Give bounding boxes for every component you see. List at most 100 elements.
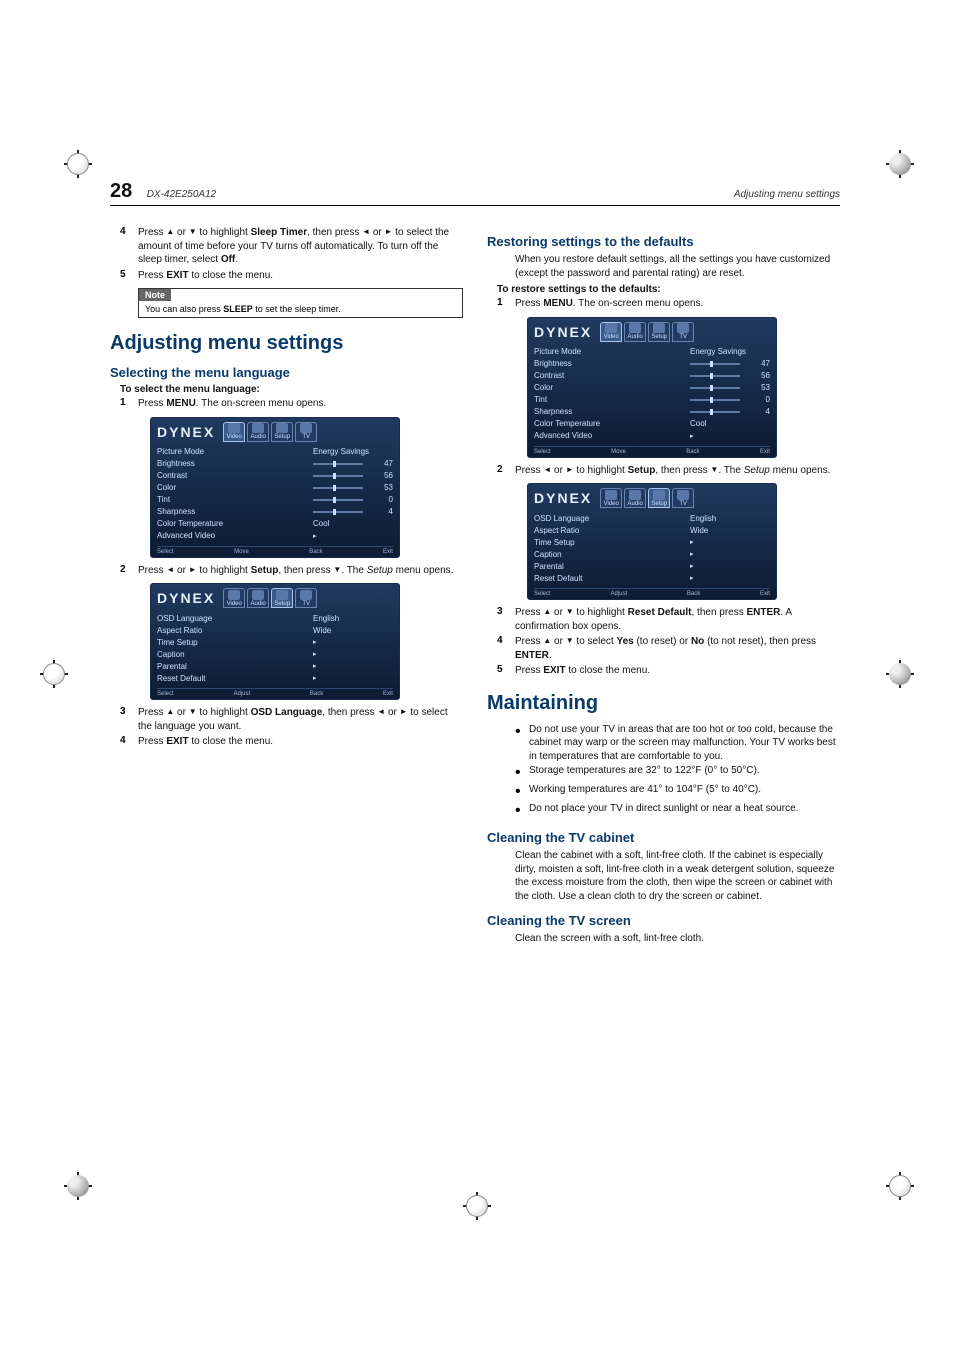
heading-restoring: Restoring settings to the defaults [487,234,840,249]
osd-row: Parental [157,662,187,671]
osd-row: Brightness [157,459,195,468]
t: , then press [322,707,377,718]
reg-mark-icon [64,150,92,178]
osd-foot: Adjust [233,691,250,697]
osd-foot: Select [534,449,551,455]
bullet: Do not place your TV in direct sunlight … [529,802,798,820]
t: EXIT [166,736,188,747]
model-label: DX-42E250A12 [147,189,217,200]
t: Setup [628,465,656,476]
maintain-bullets: •Do not use your TV in areas that are to… [515,723,840,821]
page-number: 28 [110,180,132,202]
t: or [370,227,384,238]
t: Setup [367,565,393,576]
section-label: Adjusting menu settings [734,189,840,200]
lang-step-4: 4 Press EXIT to close the menu. [120,735,463,749]
osd-val: 47 [384,459,393,468]
t: Press [138,736,166,747]
clean-cabinet-body: Clean the cabinet with a soft, lint-free… [515,849,840,903]
t: MENU [543,298,572,309]
osd-row: Advanced Video [534,431,592,440]
t: (to reset) or [634,636,691,647]
t: , then press [278,565,333,576]
osd-row: Aspect Ratio [534,526,579,535]
osd-brand: DYNEX [534,324,592,340]
t: Press [515,665,543,676]
osd-val: 0 [389,495,393,504]
osd-row: Advanced Video [157,531,215,540]
heading-clean-cabinet: Cleaning the TV cabinet [487,830,840,845]
page-header: 28 DX-42E250A12 Adjusting menu settings [110,180,840,206]
t: OSD Language [251,707,323,718]
t: Sleep Timer [251,227,308,238]
t: EXIT [166,270,188,281]
bullet: Storage temperatures are 32° to 122°F (0… [529,764,760,782]
osd-val: ▸ [690,550,694,558]
down-icon: ▼ [189,707,197,716]
osd-foot: Back [309,549,322,555]
step-4: 4 Press ▲ or ▼ to highlight Sleep Timer,… [120,226,463,267]
t: . [235,254,238,265]
osd-row: Caption [157,650,185,659]
osd-val: Cool [313,519,329,528]
osd-val: English [313,614,339,623]
subhead-select-lang: To select the menu language: [120,384,463,395]
osd-tab-setup: Setup [271,422,293,442]
osd-tab-audio: Audio [624,322,646,342]
osd-foot: Select [534,591,551,597]
osd-foot: Back [687,591,700,597]
osd-row: Tint [157,495,170,504]
osd-tab-video: Video [223,588,245,608]
osd-row: Time Setup [157,638,198,647]
clean-screen-body: Clean the screen with a soft, lint-free … [515,932,840,946]
osd-tab-setup: Setup [648,322,670,342]
reg-mark-icon [64,1172,92,1200]
osd-val: ▸ [690,562,694,570]
lang-step-3: 3 Press ▲ or ▼ to highlight OSD Language… [120,706,463,733]
osd-row: OSD Language [534,514,589,523]
osd-foot: Move [611,449,626,455]
right-icon: ► [566,465,574,474]
rest-step-4: 4 Press ▲ or ▼ to select Yes (to reset) … [497,635,840,662]
t: (to not reset), then press [704,636,816,647]
t: No [691,636,704,647]
osd-setup-menu: DYNEX Video Audio Setup TV OSD Language … [150,583,400,700]
t: Press [515,636,543,647]
reg-mark-icon [886,660,914,688]
osd-tab-audio: Audio [247,422,269,442]
t: or [551,465,565,476]
osd-val: 53 [384,483,393,492]
t: . The [718,465,743,476]
osd-row: Caption [534,550,562,559]
t: SLEEP [223,304,253,314]
t: Press [138,565,166,576]
t: to close the menu. [189,270,274,281]
osd-row: Contrast [534,371,564,380]
osd-brand: DYNEX [534,490,592,506]
bullet: Do not use your TV in areas that are too… [529,723,840,764]
osd-row: OSD Language [157,614,212,623]
t: to set the sleep timer. [253,304,341,314]
step-5: 5 Press EXIT to close the menu. [120,269,463,283]
osd-row: Tint [534,395,547,404]
osd-val: ▸ [690,574,694,582]
osd-row: Color [157,483,176,492]
t: or [174,565,188,576]
rest-step-1: 1 Press MENU. The on-screen menu opens. [497,297,840,311]
osd-val: 47 [761,359,770,368]
osd-row: Time Setup [534,538,575,547]
osd-val: Energy Savings [313,447,369,456]
osd-foot: Select [157,549,174,555]
osd-val: ▸ [690,538,694,546]
osd-row: Picture Mode [534,347,581,356]
heading-clean-screen: Cleaning the TV screen [487,913,840,928]
t: , then press [307,227,362,238]
t: or [385,707,399,718]
t: to select [574,636,617,647]
osd-tab-setup: Setup [648,488,670,508]
t: . The on-screen menu opens. [573,298,703,309]
t: Press [515,607,543,618]
t: . [549,650,552,661]
t: Press [138,227,166,238]
t: Setup [744,465,770,476]
